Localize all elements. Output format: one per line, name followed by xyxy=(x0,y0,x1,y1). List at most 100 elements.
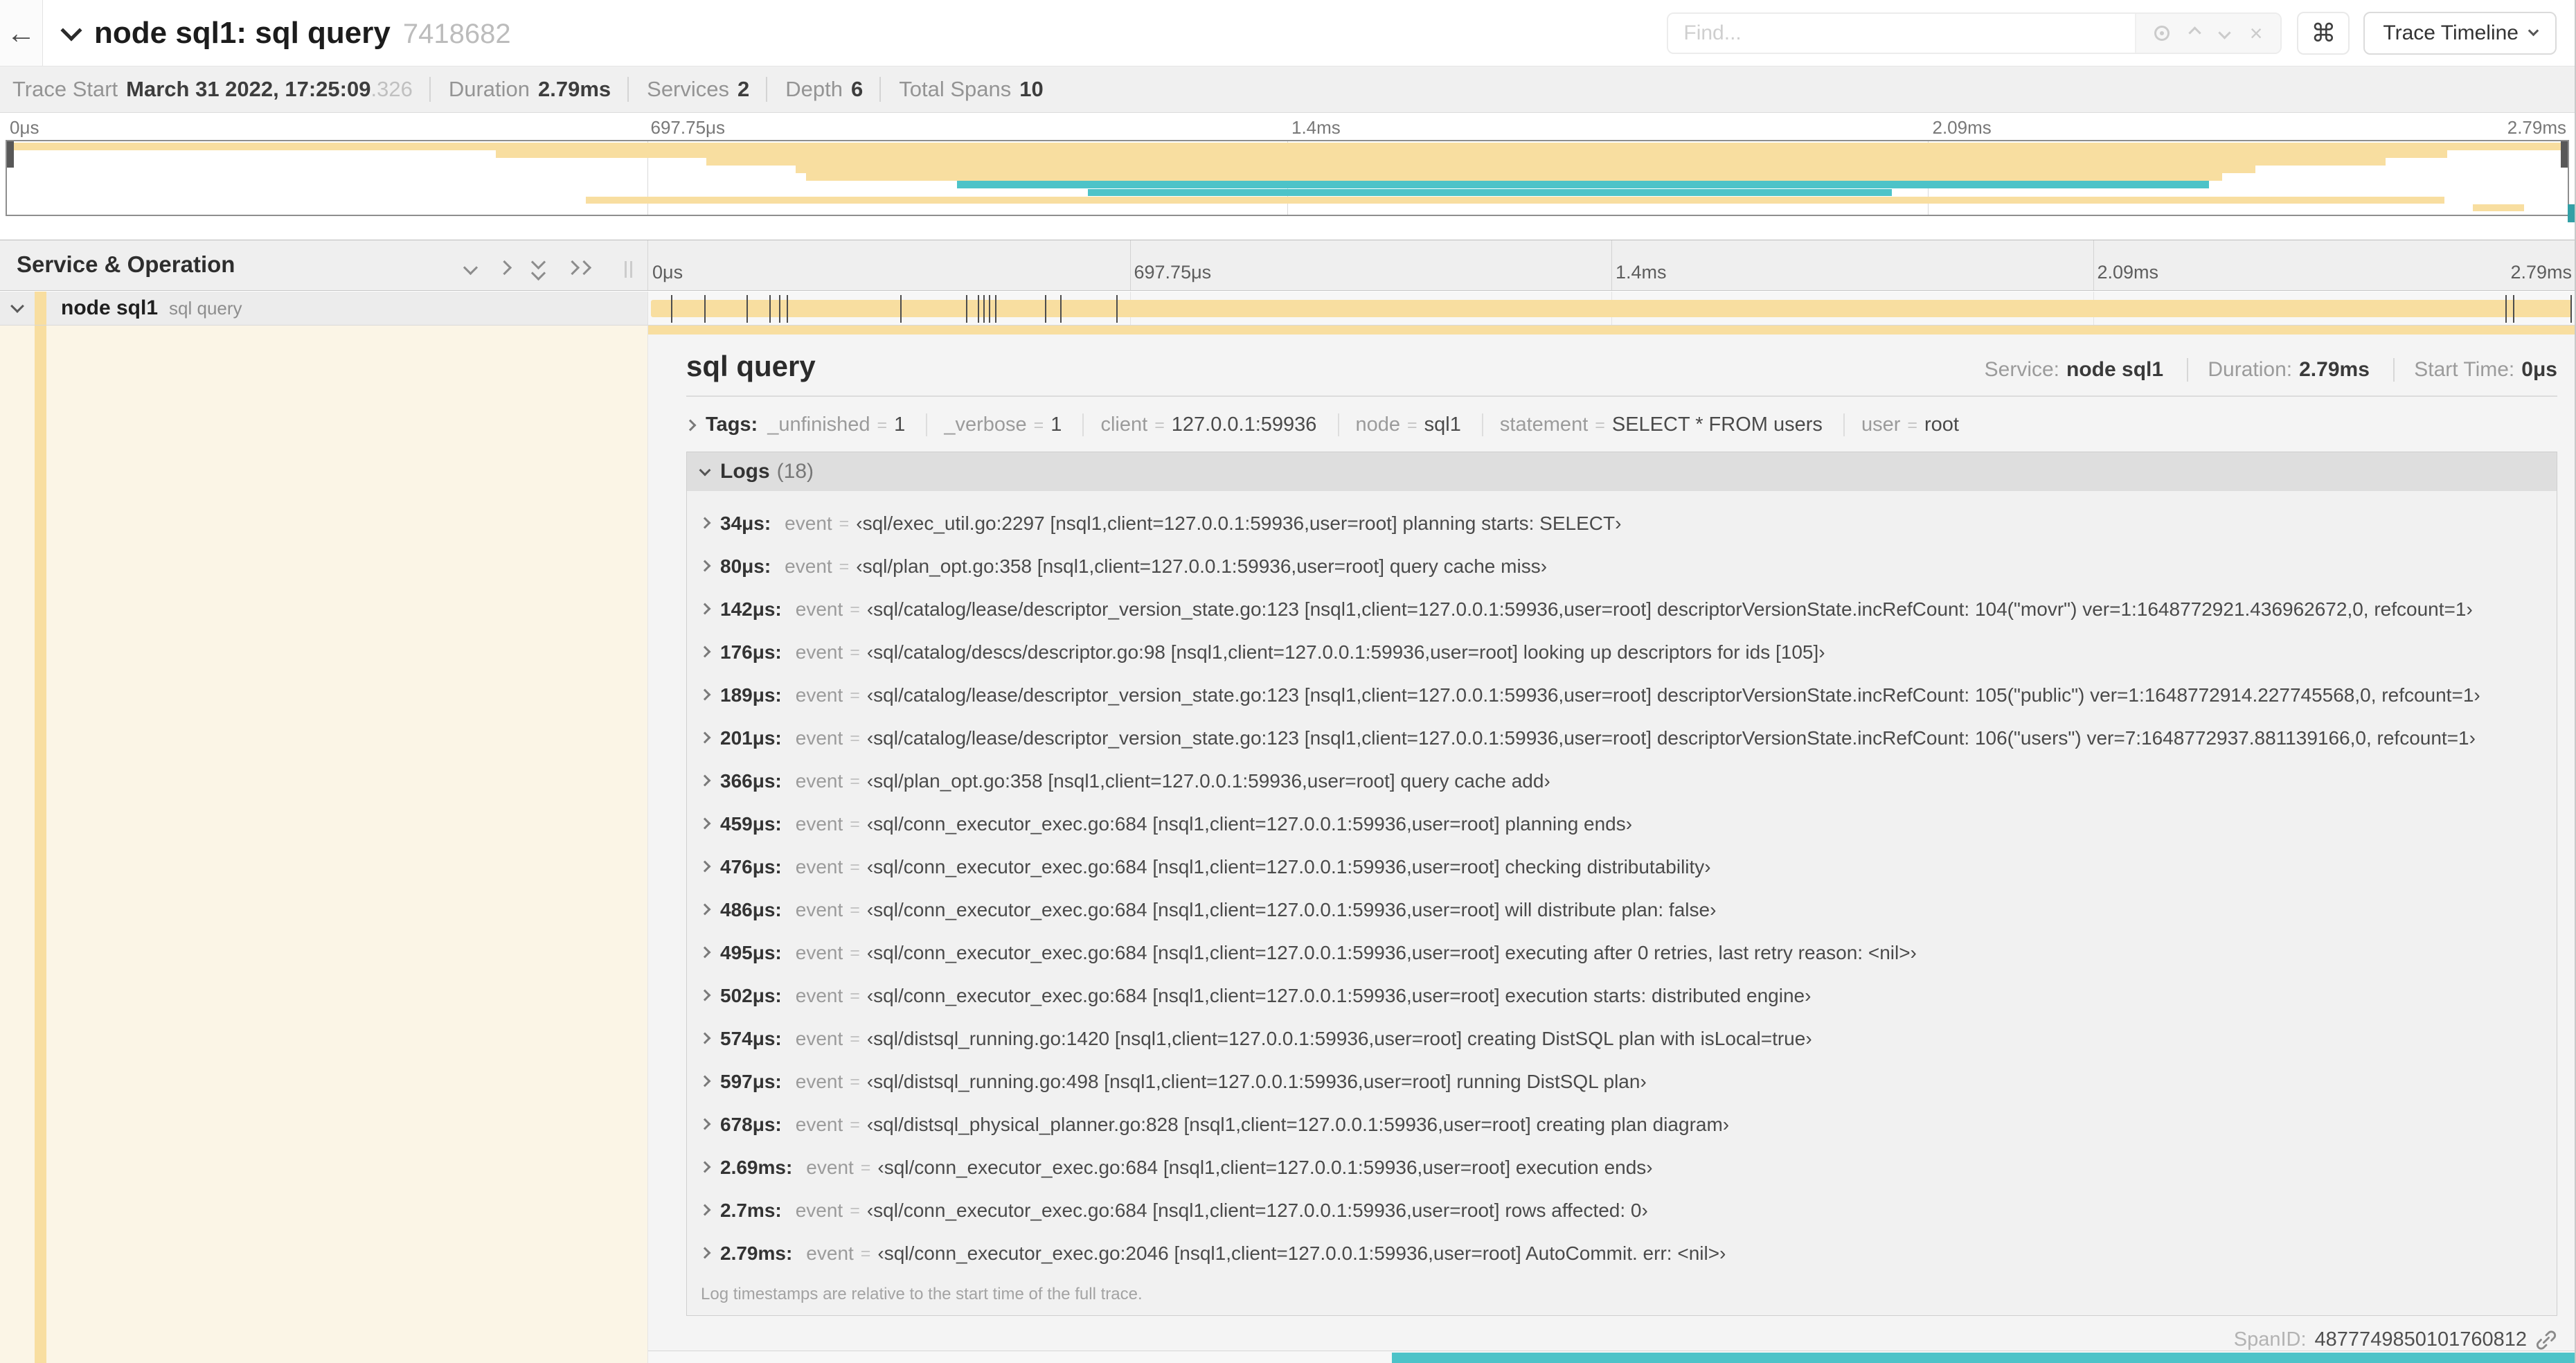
log-row[interactable]: 34μs: event = ‹sql/exec_util.go:2297 [ns… xyxy=(687,502,2557,545)
span-color-bar xyxy=(35,326,46,1363)
log-marker[interactable] xyxy=(994,295,996,323)
log-expand-icon[interactable] xyxy=(699,989,711,1001)
find-controls: × xyxy=(2134,13,2281,53)
log-marker[interactable] xyxy=(704,295,706,323)
keyboard-shortcuts-button[interactable]: ⌘ xyxy=(2297,11,2350,55)
minimap-right-scrubber[interactable] xyxy=(2561,141,2568,168)
log-expand-icon[interactable] xyxy=(699,1032,711,1044)
log-expand-icon[interactable] xyxy=(699,731,711,743)
log-marker[interactable] xyxy=(769,295,771,323)
log-marker[interactable] xyxy=(977,295,979,323)
page-title: node sql1: sql query 7418682 xyxy=(94,16,511,51)
scrollbar-marker xyxy=(2568,204,2575,222)
log-row[interactable]: 366μs: event = ‹sql/plan_opt.go:358 [nsq… xyxy=(687,760,2557,803)
log-marker[interactable] xyxy=(1116,295,1118,323)
collapse-one-icon[interactable] xyxy=(463,260,478,276)
minimap-left-scrubber[interactable] xyxy=(7,141,14,168)
minimap-tick-label: 2.09ms xyxy=(1932,117,1992,138)
log-field-value: ‹sql/conn_executor_exec.go:2046 [nsql1,c… xyxy=(877,1242,1726,1264)
log-row[interactable]: 201μs: event = ‹sql/catalog/lease/descri… xyxy=(687,717,2557,760)
clear-find-icon[interactable]: × xyxy=(2250,22,2263,44)
span-meta-value: 0μs xyxy=(2521,358,2557,381)
tag-value: sql1 xyxy=(1424,413,1461,436)
log-equals: = xyxy=(850,1071,860,1092)
tag-value: SELECT * FROM users xyxy=(1611,413,1823,436)
service-operation-title: Service & Operation xyxy=(17,251,235,277)
span-bar-track[interactable] xyxy=(647,292,2575,326)
log-expand-icon[interactable] xyxy=(699,860,711,872)
span-meta-value: node sql1 xyxy=(2066,358,2164,381)
tags-expand-icon[interactable] xyxy=(684,419,697,431)
log-expand-icon[interactable] xyxy=(699,774,711,786)
log-marker[interactable] xyxy=(1045,295,1047,323)
log-row[interactable]: 189μs: event = ‹sql/catalog/lease/descri… xyxy=(687,674,2557,717)
log-marker[interactable] xyxy=(746,295,748,323)
log-row[interactable]: 574μs: event = ‹sql/distsql_running.go:1… xyxy=(687,1017,2557,1060)
minimap-canvas[interactable] xyxy=(6,140,2569,216)
find-input[interactable] xyxy=(1668,13,2135,53)
log-marker[interactable] xyxy=(2570,295,2573,323)
log-expand-icon[interactable] xyxy=(699,1204,711,1215)
log-marker[interactable] xyxy=(2505,295,2507,323)
log-marker[interactable] xyxy=(779,295,781,323)
next-span-row-partial xyxy=(648,1351,2575,1363)
log-row[interactable]: 142μs: event = ‹sql/catalog/lease/descri… xyxy=(687,588,2557,631)
logs-collapse-icon[interactable] xyxy=(699,464,711,476)
log-row[interactable]: 2.7ms: event = ‹sql/conn_executor_exec.g… xyxy=(687,1189,2557,1232)
log-expand-icon[interactable] xyxy=(699,1161,711,1173)
log-row[interactable]: 678μs: event = ‹sql/distsql_physical_pla… xyxy=(687,1103,2557,1146)
log-row[interactable]: 2.79ms: event = ‹sql/conn_executor_exec.… xyxy=(687,1232,2557,1275)
log-marker[interactable] xyxy=(966,295,968,323)
prev-match-icon[interactable] xyxy=(2188,26,2201,39)
log-timestamp: 678μs: xyxy=(720,1114,782,1135)
span-meta-label: Service: xyxy=(1984,358,2060,381)
expand-one-icon[interactable] xyxy=(497,260,512,276)
log-row[interactable]: 597μs: event = ‹sql/distsql_running.go:4… xyxy=(687,1060,2557,1103)
log-row[interactable]: 2.69ms: event = ‹sql/conn_executor_exec.… xyxy=(687,1146,2557,1189)
focus-match-icon[interactable] xyxy=(2154,25,2170,41)
collapse-all-icon[interactable] xyxy=(530,254,546,281)
column-resizer[interactable] xyxy=(625,261,632,278)
expand-all-icon[interactable] xyxy=(564,260,592,276)
log-expand-icon[interactable] xyxy=(699,1075,711,1087)
log-expand-icon[interactable] xyxy=(699,1118,711,1130)
log-marker[interactable] xyxy=(983,295,985,323)
log-marker[interactable] xyxy=(787,295,789,323)
detail-left-gutter xyxy=(0,326,647,1363)
log-timestamp: 574μs: xyxy=(720,1028,782,1049)
log-expand-icon[interactable] xyxy=(699,1247,711,1258)
log-marker[interactable] xyxy=(989,295,991,323)
view-select-button[interactable]: Trace Timeline xyxy=(2363,11,2557,55)
log-expand-icon[interactable] xyxy=(699,688,711,700)
log-expand-icon[interactable] xyxy=(699,903,711,915)
log-expand-icon[interactable] xyxy=(699,817,711,829)
log-marker[interactable] xyxy=(2512,295,2514,323)
deep-link-icon[interactable] xyxy=(2535,1329,2557,1351)
log-expand-icon[interactable] xyxy=(699,517,711,528)
log-expand-icon[interactable] xyxy=(699,645,711,657)
trace-id: 7418682 xyxy=(402,18,511,49)
log-marker[interactable] xyxy=(900,295,902,323)
log-expand-icon[interactable] xyxy=(699,603,711,614)
log-marker[interactable] xyxy=(1060,295,1062,323)
log-row[interactable]: 80μs: event = ‹sql/plan_opt.go:358 [nsql… xyxy=(687,545,2557,588)
logs-header[interactable]: Logs (18) xyxy=(687,452,2557,491)
log-row[interactable]: 502μs: event = ‹sql/conn_executor_exec.g… xyxy=(687,974,2557,1017)
log-row[interactable]: 459μs: event = ‹sql/conn_executor_exec.g… xyxy=(687,803,2557,846)
summary-value: 2.79ms xyxy=(538,77,611,101)
span-row-label[interactable]: node sql1 sql query xyxy=(0,292,647,326)
span-collapse-icon[interactable] xyxy=(10,299,24,313)
log-marker[interactable] xyxy=(671,295,673,323)
log-row[interactable]: 476μs: event = ‹sql/conn_executor_exec.g… xyxy=(687,846,2557,889)
log-field-value: ‹sql/distsql_running.go:498 [nsql1,clien… xyxy=(866,1071,1647,1092)
next-match-icon[interactable] xyxy=(2217,26,2231,39)
log-expand-icon[interactable] xyxy=(699,946,711,958)
log-expand-icon[interactable] xyxy=(699,560,711,571)
span-duration-bar[interactable] xyxy=(651,300,2572,317)
log-row[interactable]: 486μs: event = ‹sql/conn_executor_exec.g… xyxy=(687,889,2557,932)
trace-collapse-icon[interactable] xyxy=(60,19,82,42)
log-row[interactable]: 176μs: event = ‹sql/catalog/descs/descri… xyxy=(687,631,2557,674)
log-row[interactable]: 495μs: event = ‹sql/conn_executor_exec.g… xyxy=(687,932,2557,974)
tags-row[interactable]: Tags: _unfinished = 1 _verbose = 1 clien… xyxy=(684,413,2557,436)
back-button[interactable]: ← xyxy=(0,0,43,66)
